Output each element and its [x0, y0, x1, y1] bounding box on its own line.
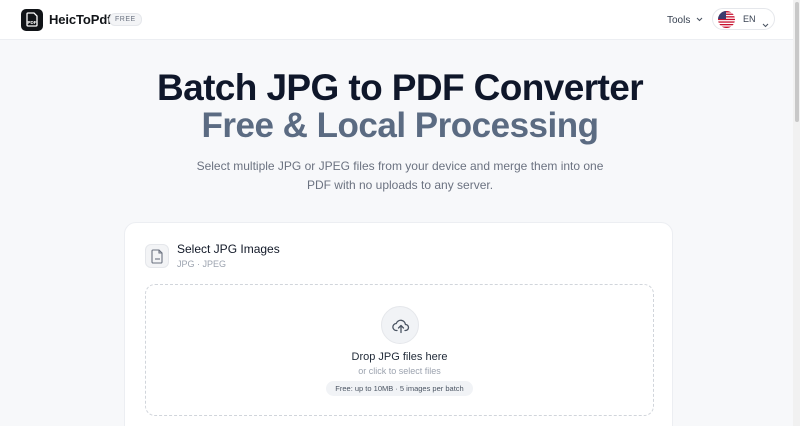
brand-name[interactable]: HeicToPdf: [49, 12, 112, 27]
free-badge: FREE: [109, 13, 142, 26]
logo-pdf-icon[interactable]: PDF: [21, 9, 43, 31]
language-label: EN: [743, 14, 756, 24]
cloud-upload-icon: [381, 306, 419, 344]
language-selector[interactable]: EN: [712, 8, 775, 30]
uploader-title: Select JPG Images: [177, 242, 280, 256]
tools-menu[interactable]: Tools: [667, 14, 703, 26]
top-nav: PDF HeicToPdf FREE Tools EN: [0, 0, 800, 40]
chevron-down-icon: [762, 15, 769, 33]
pdf-file-icon: [145, 244, 169, 268]
us-flag-icon: [718, 11, 735, 28]
page-subtitle: Free & Local Processing: [201, 106, 599, 145]
page-title: Batch JPG to PDF Converter: [156, 67, 644, 108]
drop-instruction: Drop JPG files here: [351, 351, 448, 363]
page-description: Select multiple JPG or JPEG files from y…: [196, 159, 604, 192]
uploader-card: Select JPG Images JPG · JPEG Drop JPG fi…: [124, 222, 673, 426]
file-dropzone[interactable]: Drop JPG files here or click to select f…: [145, 284, 654, 416]
uploader-formats: JPG · JPEG: [177, 259, 227, 269]
drop-sub-instruction: or click to select files: [358, 366, 441, 376]
scrollbar-thumb[interactable]: [795, 2, 799, 122]
limit-badge: Free: up to 10MB · 5 images per batch: [326, 381, 473, 396]
tools-label: Tools: [667, 15, 691, 26]
chevron-down-icon: [696, 14, 703, 25]
logo-text: PDF: [28, 20, 37, 25]
